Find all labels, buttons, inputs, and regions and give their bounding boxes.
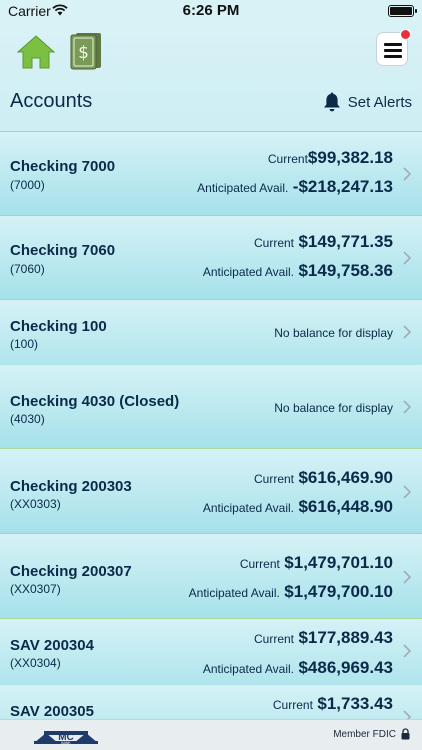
anticipated-amount: $1,479,700.10 (284, 582, 393, 601)
current-balance: Current$99,382.18 (268, 148, 393, 168)
anticipated-balance: Anticipated Avail. $616,448.90 (203, 497, 393, 517)
battery-icon (388, 5, 417, 17)
anticipated-label: Anticipated Avail. (202, 662, 294, 676)
current-amount: $616,469.90 (298, 468, 393, 487)
current-balance: Current $1,733.43 (273, 694, 393, 714)
chevron-right-icon (403, 644, 412, 658)
page-title: Accounts (10, 90, 93, 112)
set-alerts-label: Set Alerts (347, 93, 412, 111)
current-balance: Current $177,889.43 (254, 628, 393, 648)
account-number: (XX0303) (10, 497, 61, 511)
current-label: Current (272, 698, 313, 712)
anticipated-balance: Anticipated Avail. -$218,247.13 (197, 177, 393, 197)
home-icon[interactable] (16, 34, 56, 70)
account-number: (7060) (10, 262, 45, 276)
anticipated-amount: -$218,247.13 (292, 177, 393, 196)
no-balance-text: No balance for display (274, 326, 393, 340)
current-label: Current (267, 152, 308, 166)
current-balance: Current $1,479,701.10 (240, 553, 393, 573)
clock: 6:26 PM (182, 2, 240, 19)
anticipated-balance: Anticipated Avail. $149,758.36 (203, 261, 393, 281)
current-label: Current (253, 472, 294, 486)
account-name: Checking 200303 (10, 478, 132, 495)
logo-subtext: BANK (61, 741, 71, 745)
current-amount: $177,889.43 (298, 628, 393, 647)
anticipated-balance: Anticipated Avail. $486,969.43 (203, 658, 393, 678)
account-row-checking-200303[interactable]: Checking 200303 (XX0303) Current $616,46… (0, 450, 422, 534)
current-amount: $1,733.43 (317, 694, 393, 713)
top-bar: $ Accounts Set Alerts (0, 22, 422, 132)
lock-icon (401, 728, 410, 740)
chevron-right-icon (403, 570, 412, 584)
account-name: SAV 200304 (10, 637, 94, 654)
account-row-sav-200305[interactable]: SAV 200305 Current $1,733.43 (0, 685, 422, 719)
no-balance-text: No balance for display (274, 401, 393, 415)
chevron-right-icon (403, 167, 412, 181)
anticipated-label: Anticipated Avail. (202, 501, 294, 515)
account-row-checking-7060[interactable]: Checking 7060 (7060) Current $149,771.35… (0, 216, 422, 300)
anticipated-balance: Anticipated Avail. $1,479,700.10 (189, 582, 393, 602)
account-number: (XX0304) (10, 656, 61, 670)
status-bar: Carrier 6:26 PM (0, 0, 422, 22)
anticipated-amount: $616,448.90 (298, 497, 393, 516)
current-amount: $1,479,701.10 (284, 553, 393, 572)
account-name: Checking 7000 (10, 158, 116, 175)
account-number: (XX0307) (10, 582, 61, 596)
dollar-bill-icon[interactable]: $ (70, 32, 102, 70)
mc-bank-logo: MC BANK (34, 731, 98, 745)
account-name: Checking 200307 (10, 563, 132, 580)
notification-badge (400, 29, 411, 40)
chevron-right-icon (403, 325, 412, 339)
account-row-checking-4030[interactable]: Checking 4030 (Closed) (4030) No balance… (0, 365, 422, 449)
anticipated-label: Anticipated Avail. (197, 181, 289, 195)
current-balance: Current $616,469.90 (254, 468, 393, 488)
account-name: SAV 200305 (10, 703, 94, 719)
anticipated-label: Anticipated Avail. (188, 586, 280, 600)
chevron-right-icon (403, 251, 412, 265)
account-number: (4030) (10, 412, 45, 426)
menu-button[interactable] (376, 29, 411, 66)
account-row-checking-200307[interactable]: Checking 200307 (XX0307) Current $1,479,… (0, 535, 422, 619)
bell-icon (323, 92, 340, 112)
footer: MC BANK Member FDIC (0, 719, 422, 750)
current-amount: $149,771.35 (298, 232, 393, 251)
current-label: Current (253, 632, 294, 646)
account-name: Checking 7060 (10, 242, 116, 259)
account-list: Checking 7000 (7000) Current$99,382.18 A… (0, 132, 422, 719)
anticipated-amount: $486,969.43 (298, 658, 393, 677)
account-number: (7000) (10, 178, 45, 192)
account-name: Checking 100 (10, 318, 107, 335)
current-amount: $99,382.18 (307, 148, 393, 167)
chevron-right-icon (403, 400, 412, 414)
current-label: Current (239, 557, 280, 571)
account-name: Checking 4030 (Closed) (10, 393, 180, 410)
chevron-right-icon (403, 485, 412, 499)
set-alerts-button[interactable]: Set Alerts (322, 90, 412, 114)
current-balance: Current $149,771.35 (254, 232, 393, 252)
chevron-right-icon (403, 710, 412, 719)
anticipated-label: Anticipated Avail. (202, 265, 294, 279)
current-label: Current (253, 236, 294, 250)
svg-text:$: $ (78, 43, 89, 63)
anticipated-amount: $149,758.36 (298, 261, 393, 280)
account-number: (100) (10, 337, 39, 351)
member-fdic-text: Member FDIC (333, 729, 396, 740)
account-row-checking-7000[interactable]: Checking 7000 (7000) Current$99,382.18 A… (0, 132, 422, 216)
